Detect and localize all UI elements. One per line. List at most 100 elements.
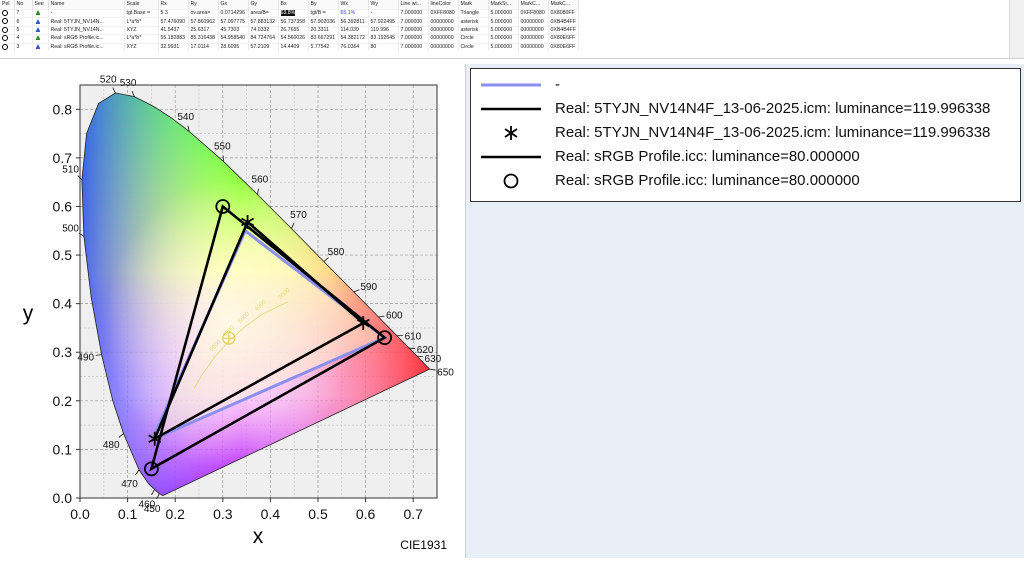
table-cell-scale: XYZ <box>124 26 158 34</box>
table-cell-gx: 57.097775 <box>218 18 248 26</box>
x-tick-label: 0.0 <box>70 506 90 522</box>
cell-text: 76.0364 <box>341 44 360 50</box>
cell-text: asterisk <box>461 19 479 25</box>
table-cell-lc: 00000000 <box>428 26 458 34</box>
column-header[interactable]: Ry <box>188 0 218 10</box>
column-header[interactable]: Mark <box>458 0 488 10</box>
cell-text: 00000000 <box>431 35 454 41</box>
y-tick-label: 0.6 <box>53 198 73 214</box>
table-row[interactable]: 5Real: 5TYJN_NV14N...XYZ41.543725.631745… <box>0 26 578 34</box>
row-select-radio[interactable] <box>0 26 14 34</box>
row-select-radio[interactable] <box>0 35 14 43</box>
cell-text: 00000000 <box>431 19 454 25</box>
table-cell-icon <box>32 43 48 51</box>
table-cell-bx: 56.737358 <box>278 18 308 26</box>
wavelength-label: 580 <box>328 247 345 258</box>
legend-label: Real: sRGB Profile.icc: luminance=80.000… <box>555 148 860 165</box>
cell-text: 57.902036 <box>311 19 336 25</box>
row-select-radio[interactable] <box>0 18 14 26</box>
table-cell-ms: 5.000000 <box>488 18 518 26</box>
table-cell-gy: 74.0332 <box>248 26 278 34</box>
column-header[interactable]: Gy <box>248 0 278 10</box>
table-cell-icon <box>32 35 48 43</box>
table-row[interactable]: 3Real: sRGB Profile.ic...XYZ32.993117.01… <box>0 43 578 51</box>
column-header[interactable]: Wx <box>338 0 368 10</box>
cell-text: Circle <box>461 44 474 50</box>
table-cell-mark: Triangle <box>458 10 488 18</box>
table-row[interactable]: 6Real: 5TYJN_NV14N...L*a*b*57.47609057.8… <box>0 18 578 26</box>
column-header[interactable]: See <box>32 0 48 10</box>
cell-text: 5.000000 <box>491 10 513 16</box>
cie1931-chart: 4504604704804905005105205305405505605705… <box>0 64 464 558</box>
column-header[interactable]: Bx <box>278 0 308 10</box>
wavelength-label: 520 <box>100 75 117 86</box>
column-header[interactable]: MarkC... <box>548 0 578 10</box>
table-cell-name: Real: sRGB Profile.ic... <box>48 43 124 51</box>
column-header[interactable]: No <box>14 0 32 10</box>
table-cell-mc2: 0X8080FF <box>548 10 578 18</box>
cell-text: 5.000000 <box>491 27 513 33</box>
gamut-type-icon <box>35 35 40 40</box>
cie1931-label: CIE1931 <box>400 538 447 552</box>
column-header[interactable]: MarkSi... <box>488 0 518 10</box>
cell-text: 57.883132 <box>251 19 276 25</box>
table-cell-wy: 83.192645 <box>368 35 398 43</box>
x-tick-label: 0.6 <box>356 506 376 522</box>
x-tick-label: 0.7 <box>403 506 423 522</box>
table-cell-scale: tgt.Base = <box>124 10 158 18</box>
radio-icon[interactable] <box>2 18 8 24</box>
table-cell-rx: 41.5437 <box>158 26 188 34</box>
cell-text: 0.0714296 <box>221 10 246 16</box>
cell-text: 57.476090 <box>161 19 186 25</box>
column-header[interactable]: lineColor <box>428 0 458 10</box>
radio-icon[interactable] <box>2 27 8 33</box>
wavelength-label: 500 <box>62 224 79 235</box>
table-cell-rx: 55.182883 <box>158 35 188 43</box>
table-cell-by: 20.3311 <box>308 26 338 34</box>
cell-text: 7 <box>17 10 20 16</box>
table-row[interactable]: 7-tgt.Base =5 3ov.area=0.0714296area/B=6… <box>0 10 578 18</box>
asterisk-icon <box>481 121 541 145</box>
radio-icon[interactable] <box>2 10 8 16</box>
gamut-type-icon <box>35 10 40 15</box>
table-row[interactable]: 4Real: sRGB Profile.ic...L*a*b*55.182883… <box>0 35 578 43</box>
column-header[interactable]: MarkC... <box>518 0 548 10</box>
cell-text: 26.7655 <box>281 27 300 33</box>
radio-icon[interactable] <box>2 35 8 41</box>
cell-text: 57.097775 <box>221 19 246 25</box>
cell-text: 54.560026 <box>281 35 306 41</box>
table-cell-no: 5 <box>14 26 32 34</box>
table-cell-icon <box>32 10 48 18</box>
cell-text: area/B= <box>251 10 269 16</box>
table-cell-wx: 76.0364 <box>338 43 368 51</box>
table-cell-gx: 28.6095 <box>218 43 248 51</box>
table-cell-gx: 0.0714296 <box>218 10 248 18</box>
table-cell-mc2: 0X80E6FF <box>548 43 578 51</box>
table-cell-mc1: 00000000 <box>518 35 548 43</box>
column-header[interactable]: Line wi... <box>398 0 428 10</box>
table-cell-by: tgt/B = <box>308 10 338 18</box>
table-cell-gy: 57.883132 <box>248 18 278 26</box>
table-cell-gy: 84.724764 <box>248 35 278 43</box>
cell-text: 55.182883 <box>161 35 186 41</box>
table-cell-no: 3 <box>14 43 32 51</box>
column-header[interactable]: Pel <box>0 0 14 10</box>
row-select-radio[interactable] <box>0 43 14 51</box>
table-vertical-scrollbar[interactable] <box>1009 0 1024 58</box>
column-header[interactable]: Name <box>48 0 124 10</box>
y-tick-label: 0.1 <box>53 441 73 457</box>
radio-icon[interactable] <box>2 44 8 50</box>
circle-icon <box>481 169 541 193</box>
row-select-radio[interactable] <box>0 10 14 18</box>
y-tick-label: 0.5 <box>53 247 73 263</box>
column-header[interactable]: Scale <box>124 0 158 10</box>
cell-text: 00000000 <box>521 19 544 25</box>
table-cell-mc1: 00000000 <box>518 26 548 34</box>
column-header[interactable]: By <box>308 0 338 10</box>
table-cell-ms: 5.000000 <box>488 10 518 18</box>
column-header[interactable]: Wy <box>368 0 398 10</box>
cell-text: ov.area= <box>191 10 211 16</box>
column-header[interactable]: Gx <box>218 0 248 10</box>
column-header[interactable]: Rx <box>158 0 188 10</box>
cell-text: 5 <box>17 27 20 33</box>
